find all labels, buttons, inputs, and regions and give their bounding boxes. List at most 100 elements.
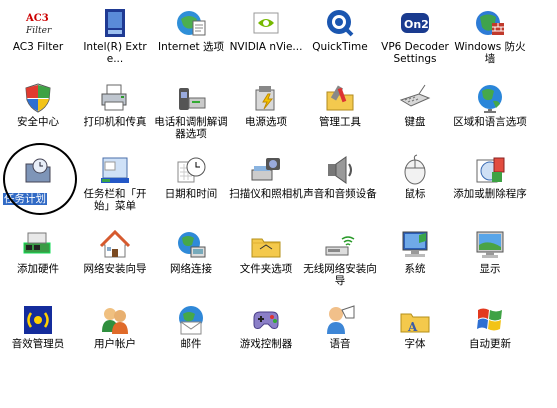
control-panel-item[interactable]: 区域和语言选项 [453, 78, 527, 150]
svg-text:Filter: Filter [25, 26, 52, 36]
control-panel-item-label: 网络安装向导 [83, 263, 147, 275]
control-panel-item-label: 游戏控制器 [239, 338, 293, 350]
control-panel-item[interactable]: 显示 [453, 225, 527, 297]
control-panel-item-label: 电源选项 [245, 116, 287, 128]
folder-options-icon [250, 229, 282, 261]
printer-icon [99, 82, 131, 114]
control-panel-item-label: 声音和音频设备 [303, 188, 377, 200]
control-panel-item[interactable]: NVIDIA nVie... [229, 3, 303, 75]
scanner-camera-icon [250, 154, 282, 186]
control-panel-item[interactable]: 网络连接 [154, 225, 228, 297]
control-panel-item[interactable]: 文件夹选项 [229, 225, 303, 297]
clock-icon [175, 154, 207, 186]
control-panel-item-label: 系统 [404, 263, 426, 275]
control-panel-item-label: Intel(R) Extre... [83, 41, 147, 65]
speech-icon [324, 304, 356, 336]
control-panel-item-label: 添加硬件 [17, 263, 59, 275]
control-panel-item[interactable]: 键盘 [378, 78, 452, 150]
svg-text:AC3: AC3 [25, 13, 49, 24]
control-panel-item[interactable]: A 字体 [378, 300, 452, 372]
control-panel-item[interactable]: 音效管理员 [1, 300, 75, 372]
keyboard-icon [399, 82, 431, 114]
control-panel-item[interactable]: Intel(R) Extre... [78, 3, 152, 75]
control-panel-item[interactable]: 扫描仪和照相机 [229, 150, 303, 222]
control-panel-item[interactable]: 添加硬件 [1, 225, 75, 297]
scheduled-tasks-icon [22, 154, 54, 186]
control-panel-item-label: 网络连接 [170, 263, 212, 275]
svg-text:A: A [407, 320, 418, 334]
control-panel-item-label: 任务栏和「开始」菜单 [83, 188, 147, 212]
ac3-filter-icon: AC3 Filter [22, 7, 54, 39]
control-panel-item-label: VP6 Decoder Settings [381, 41, 449, 65]
firewall-icon [474, 7, 506, 39]
control-panel-icon-grid: AC3 Filter AC3 Filter Intel(R) Extre... Inte… [0, 0, 557, 408]
security-center-shield-icon [22, 82, 54, 114]
control-panel-item[interactable]: 声音和音频设备 [303, 150, 377, 222]
control-panel-item[interactable]: 安全中心 [1, 78, 75, 150]
control-panel-item-label: 邮件 [180, 338, 202, 350]
control-panel-item[interactable]: 无线网络安装向导 [303, 225, 377, 297]
control-panel-item[interactable]: 用户帐户 [78, 300, 152, 372]
control-panel-item[interactable]: 系统 [378, 225, 452, 297]
control-panel-item-label: 字体 [404, 338, 426, 350]
control-panel-item-label: 管理工具 [319, 116, 361, 128]
mouse-icon [399, 154, 431, 186]
intel-graphics-icon [99, 7, 131, 39]
control-panel-item-label: 鼠标 [404, 188, 426, 200]
control-panel-item-label: AC3 Filter [12, 41, 64, 53]
control-panel-item[interactable]: 电源选项 [229, 78, 303, 150]
system-computer-icon [399, 229, 431, 261]
control-panel-item[interactable]: Internet 选项 [154, 3, 228, 75]
mail-icon [175, 304, 207, 336]
control-panel-item-label: 添加或删除程序 [453, 188, 527, 200]
control-panel-item-label: 打印机和传真 [83, 116, 147, 128]
control-panel-item[interactable]: 任务计划 [1, 150, 75, 222]
control-panel-item[interactable]: Windows 防火墙 [453, 3, 527, 75]
control-panel-item[interactable]: 添加或删除程序 [453, 150, 527, 222]
display-monitor-icon [474, 229, 506, 261]
control-panel-item[interactable]: QuickTime [303, 3, 377, 75]
taskbar-icon [99, 154, 131, 186]
control-panel-item[interactable]: 游戏控制器 [229, 300, 303, 372]
control-panel-item[interactable]: 邮件 [154, 300, 228, 372]
sound-manager-icon [22, 304, 54, 336]
svg-text:On2: On2 [404, 18, 429, 31]
control-panel-item-label: Windows 防火墙 [454, 41, 526, 65]
windows-flag-icon [474, 304, 506, 336]
add-remove-programs-icon [474, 154, 506, 186]
game-controller-icon [250, 304, 282, 336]
control-panel-item-label: 键盘 [404, 116, 426, 128]
network-setup-house-icon [99, 229, 131, 261]
quicktime-icon [324, 7, 356, 39]
control-panel-item-label: 扫描仪和照相机 [229, 188, 303, 200]
control-panel-item-label: 无线网络安装向导 [303, 263, 377, 287]
network-connections-icon [175, 229, 207, 261]
control-panel-item[interactable]: 网络安装向导 [78, 225, 152, 297]
control-panel-item[interactable]: 鼠标 [378, 150, 452, 222]
control-panel-item-label: Internet 选项 [157, 41, 225, 53]
control-panel-item[interactable]: 电话和调制解调器选项 [154, 78, 228, 150]
control-panel-item[interactable]: 自动更新 [453, 300, 527, 372]
control-panel-item-label: 安全中心 [17, 116, 59, 128]
add-hardware-icon [22, 229, 54, 261]
control-panel-item[interactable]: 任务栏和「开始」菜单 [78, 150, 152, 222]
power-options-icon [250, 82, 282, 114]
control-panel-item-label: 语音 [329, 338, 351, 350]
control-panel-item[interactable]: 日期和时间 [154, 150, 228, 222]
control-panel-item[interactable]: AC3 Filter AC3 Filter [1, 3, 75, 75]
control-panel-item-label: 文件夹选项 [239, 263, 293, 275]
globe-icon [474, 82, 506, 114]
control-panel-item-label: 区域和语言选项 [453, 116, 527, 128]
control-panel-item[interactable]: 管理工具 [303, 78, 377, 150]
speaker-icon [324, 154, 356, 186]
control-panel-item-label: 电话和调制解调器选项 [154, 116, 228, 140]
wireless-network-icon [324, 229, 356, 261]
control-panel-item[interactable]: 语音 [303, 300, 377, 372]
control-panel-item-label: 音效管理员 [11, 338, 65, 350]
nvidia-icon [250, 7, 282, 39]
phone-modem-icon [175, 82, 207, 114]
user-accounts-icon [99, 304, 131, 336]
control-panel-item[interactable]: 打印机和传真 [78, 78, 152, 150]
internet-options-icon [175, 7, 207, 39]
control-panel-item[interactable]: On2 VP6 Decoder Settings [378, 3, 452, 75]
